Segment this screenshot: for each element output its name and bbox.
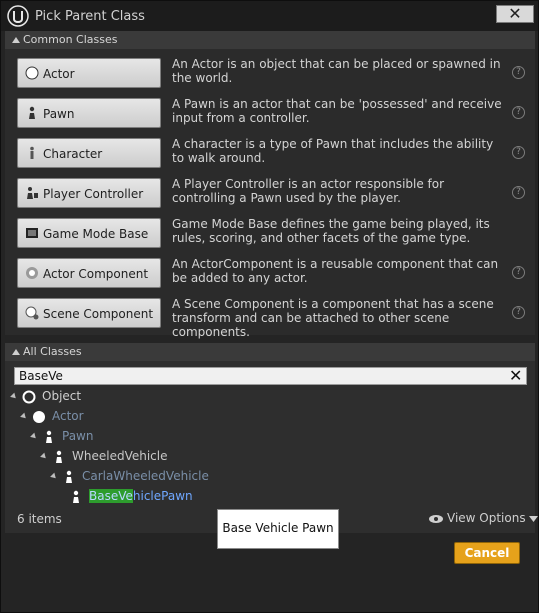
scene-component-button[interactable]: Scene Component <box>17 298 161 328</box>
view-options-button[interactable]: View Options <box>428 511 538 525</box>
expand-arrow-icon <box>40 452 48 461</box>
common-classes-panel: Actor An Actor is an object that can be … <box>5 49 535 339</box>
item-count: 6 items <box>17 512 62 526</box>
actor-sphere-icon <box>25 66 39 80</box>
collapse-arrow-icon <box>12 349 20 355</box>
help-icon[interactable]: ? <box>512 186 525 199</box>
cancel-button[interactable]: Cancel <box>454 542 520 564</box>
class-row-character: Character A character is a type of Pawn … <box>5 133 535 173</box>
class-row-scene-component: Scene Component A Scene Component is a c… <box>5 293 535 339</box>
expand-arrow-icon <box>50 472 58 481</box>
common-classes-header[interactable]: Common Classes <box>5 31 535 49</box>
unreal-logo-icon <box>7 5 29 27</box>
class-description: An Actor is an object that can be placed… <box>172 57 501 85</box>
player-controller-button[interactable]: Player Controller <box>17 178 161 208</box>
class-row-pawn: Pawn A Pawn is an actor that can be 'pos… <box>5 93 535 133</box>
help-icon[interactable]: ? <box>512 146 525 159</box>
class-row-game-mode-base: Game Mode Base Game Mode Base defines th… <box>5 213 535 253</box>
actor-sphere-icon <box>33 410 45 423</box>
class-description: A Scene Component is a component that ha… <box>172 297 494 339</box>
character-icon <box>30 146 34 159</box>
class-description: A Player Controller is an actor responsi… <box>172 177 445 205</box>
chevron-down-icon <box>528 515 538 522</box>
help-icon[interactable]: ? <box>512 106 525 119</box>
class-row-player-controller: Player Controller A Player Controller is… <box>5 173 535 213</box>
object-icon <box>22 390 36 403</box>
tooltip: Base Vehicle Pawn <box>217 509 339 549</box>
collapse-arrow-icon <box>12 37 20 43</box>
expand-arrow-icon <box>10 392 18 401</box>
clear-search-icon[interactable]: ✕ <box>509 366 522 385</box>
pawn-icon <box>66 470 72 483</box>
class-description: Game Mode Base defines the game being pl… <box>172 217 490 245</box>
class-description: A character is a type of Pawn that inclu… <box>172 137 494 165</box>
actor-component-icon <box>26 267 38 279</box>
tree-item-pawn[interactable]: Pawn <box>30 427 93 445</box>
close-button[interactable]: ✕ <box>496 5 534 23</box>
tree-item-wheeled-vehicle[interactable]: WheeledVehicle <box>40 447 167 465</box>
tree-item-actor[interactable]: Actor <box>20 407 84 425</box>
game-mode-base-button[interactable]: Game Mode Base <box>17 218 161 248</box>
pawn-icon <box>73 490 79 503</box>
class-row-actor-component: Actor Component An ActorComponent is a r… <box>5 253 535 293</box>
all-classes-panel: BaseVe ✕ Object Actor Pawn WheeledVehicl… <box>5 361 538 533</box>
help-icon[interactable]: ? <box>512 266 525 279</box>
tree-item-object[interactable]: Object <box>10 387 81 405</box>
title-bar: Pick Parent Class ✕ <box>1 1 538 31</box>
scene-component-icon <box>25 306 39 320</box>
help-icon[interactable]: ? <box>512 66 525 79</box>
eye-icon <box>429 514 443 523</box>
actor-component-button[interactable]: Actor Component <box>17 258 161 288</box>
pawn-icon <box>56 450 62 463</box>
class-row-actor: Actor An Actor is an object that can be … <box>5 53 535 93</box>
tree-item-base-vehicle-pawn[interactable]: BaseVehiclePawn <box>69 487 193 505</box>
class-description: An ActorComponent is a reusable componen… <box>172 257 499 285</box>
search-match-highlight: BaseVe <box>89 489 133 503</box>
pawn-icon <box>46 430 52 443</box>
expand-arrow-icon <box>20 412 28 421</box>
window-title: Pick Parent Class <box>35 9 145 24</box>
class-description: A Pawn is an actor that can be 'possesse… <box>172 97 502 125</box>
pawn-button[interactable]: Pawn <box>17 98 161 128</box>
pick-parent-class-dialog: Pick Parent Class ✕ Common Classes Actor… <box>0 0 539 613</box>
character-button[interactable]: Character <box>17 138 161 168</box>
pawn-icon <box>29 106 35 119</box>
tree-item-carla-wheeled-vehicle[interactable]: CarlaWheeledVehicle <box>50 467 209 485</box>
actor-button[interactable]: Actor <box>17 58 161 88</box>
all-classes-header[interactable]: All Classes <box>5 343 535 361</box>
game-mode-icon <box>26 228 38 238</box>
class-search-input[interactable]: BaseVe ✕ <box>14 366 527 385</box>
expand-arrow-icon <box>30 432 38 441</box>
help-icon[interactable]: ? <box>512 306 525 319</box>
player-controller-icon <box>27 187 38 199</box>
